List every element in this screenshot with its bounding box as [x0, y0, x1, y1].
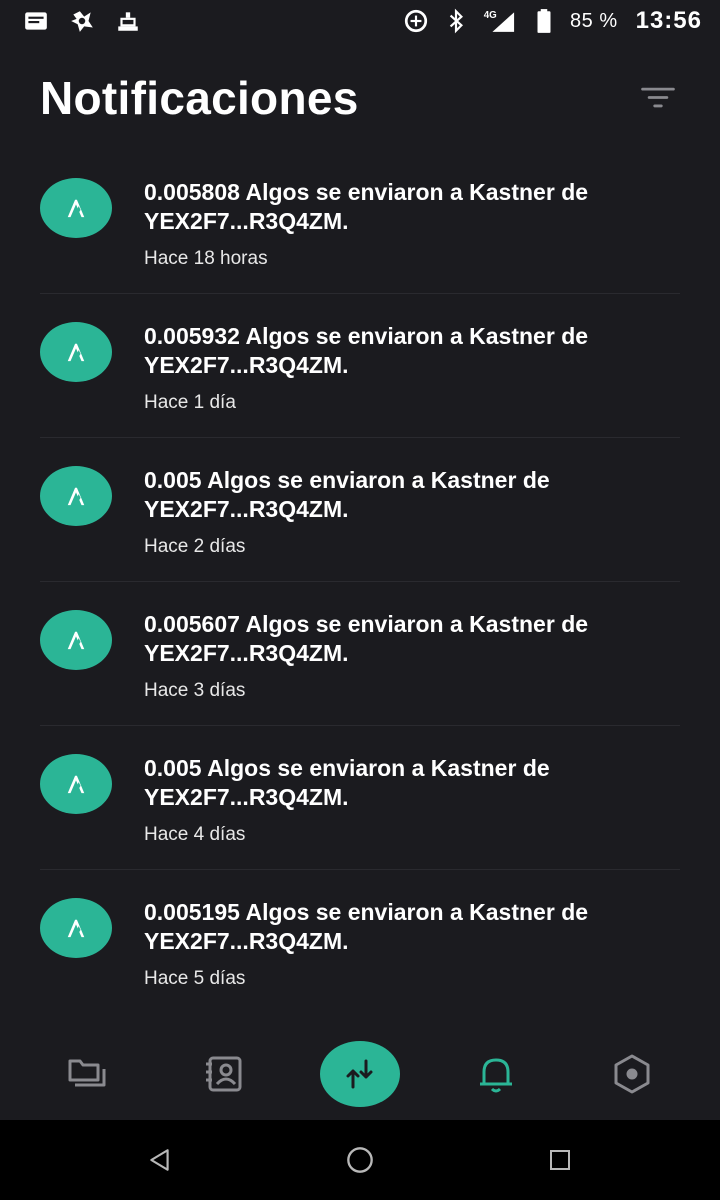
algorand-avatar	[40, 178, 112, 238]
contacts-icon	[206, 1056, 242, 1092]
notification-content: 0.005195 Algos se enviaron a Kastner de …	[144, 898, 680, 990]
status-clock: 13:56	[635, 7, 702, 34]
notification-time: Hace 3 días	[144, 680, 246, 701]
filter-icon	[641, 87, 675, 108]
notification-time: Hace 1 día	[144, 392, 236, 413]
notification-content: 0.005932 Algos se enviaron a Kastner de …	[144, 322, 680, 414]
svg-text:4G: 4G	[484, 10, 497, 21]
notification-item[interactable]: 0.005195 Algos se enviaron a Kastner de …	[40, 870, 680, 1014]
bluetooth-icon	[442, 7, 470, 35]
recents-icon	[550, 1150, 570, 1170]
algorand-icon	[67, 631, 85, 650]
accounts-icon	[68, 1059, 106, 1087]
system-back-button[interactable]	[140, 1140, 180, 1180]
home-icon	[347, 1147, 373, 1173]
back-icon	[150, 1149, 169, 1171]
notification-message: 0.005932 Algos se enviaron a Kastner de …	[144, 323, 589, 378]
algorand-icon	[67, 199, 85, 218]
algorand-avatar	[40, 610, 112, 670]
page-title: Notificaciones	[40, 72, 359, 124]
algorand-icon	[67, 487, 85, 506]
notification-content: 0.005607 Algos se enviaron a Kastner de …	[144, 610, 680, 702]
algorand-icon	[67, 343, 85, 362]
accessibility-icon	[114, 7, 142, 35]
notification-content: 0.005 Algos se enviaron a Kastner de YEX…	[144, 754, 680, 846]
notification-item[interactable]: 0.005932 Algos se enviaron a Kastner de …	[40, 294, 680, 438]
data-saver-icon	[402, 7, 430, 35]
signal-4g-icon: 4G	[482, 7, 518, 35]
algorand-avatar	[40, 322, 112, 382]
notification-content: 0.005 Algos se enviaron a Kastner de YEX…	[144, 466, 680, 558]
nav-contacts-button[interactable]	[184, 1034, 264, 1114]
notification-item[interactable]: 0.005607 Algos se enviaron a Kastner de …	[40, 582, 680, 726]
notifications-bell-icon	[480, 1058, 512, 1093]
header: Notificaciones	[40, 66, 680, 130]
algorand-icon	[67, 919, 85, 938]
notification-time: Hace 18 horas	[144, 248, 268, 269]
system-home-button[interactable]	[340, 1140, 380, 1180]
status-right-icons: 4G 85 % 13:56	[402, 7, 702, 35]
notification-list: 0.005808 Algos se enviaron a Kastner de …	[40, 150, 680, 1014]
algorand-avatar	[40, 898, 112, 958]
status-left-icons	[22, 7, 142, 35]
notification-message: 0.005195 Algos se enviaron a Kastner de …	[144, 899, 589, 954]
status-bar: 4G 85 % 13:56	[0, 0, 720, 42]
transfer-icon	[346, 1059, 373, 1089]
nav-accounts-button[interactable]	[48, 1034, 128, 1114]
notification-item[interactable]: 0.005 Algos se enviaron a Kastner de YEX…	[40, 438, 680, 582]
notification-message: 0.005607 Algos se enviaron a Kastner de …	[144, 611, 589, 666]
settings-hexagon-icon	[614, 1054, 650, 1094]
notification-time: Hace 4 días	[144, 824, 246, 845]
nav-notifications-button[interactable]	[456, 1034, 536, 1114]
algorand-avatar	[40, 466, 112, 526]
notification-content: 0.005808 Algos se enviaron a Kastner de …	[144, 178, 680, 270]
notification-time: Hace 5 días	[144, 968, 246, 989]
algorand-avatar	[40, 754, 112, 814]
algorand-icon	[67, 775, 85, 794]
notification-item[interactable]: 0.005808 Algos se enviaron a Kastner de …	[40, 150, 680, 294]
bottom-nav	[0, 1028, 720, 1120]
notification-time: Hace 2 días	[144, 536, 246, 557]
message-icon	[22, 7, 50, 35]
antivirus-icon	[68, 7, 96, 35]
system-recents-button[interactable]	[540, 1140, 580, 1180]
nav-transfer-button[interactable]	[320, 1041, 400, 1107]
nav-settings-button[interactable]	[592, 1034, 672, 1114]
battery-percentage: 85 %	[570, 9, 618, 32]
notification-message: 0.005808 Algos se enviaron a Kastner de …	[144, 179, 589, 234]
notification-message: 0.005 Algos se enviaron a Kastner de YEX…	[144, 467, 550, 522]
system-nav-bar	[0, 1120, 720, 1200]
notification-item[interactable]: 0.005 Algos se enviaron a Kastner de YEX…	[40, 726, 680, 870]
battery-icon	[530, 7, 558, 35]
filter-button[interactable]	[636, 76, 680, 120]
notification-message: 0.005 Algos se enviaron a Kastner de YEX…	[144, 755, 550, 810]
